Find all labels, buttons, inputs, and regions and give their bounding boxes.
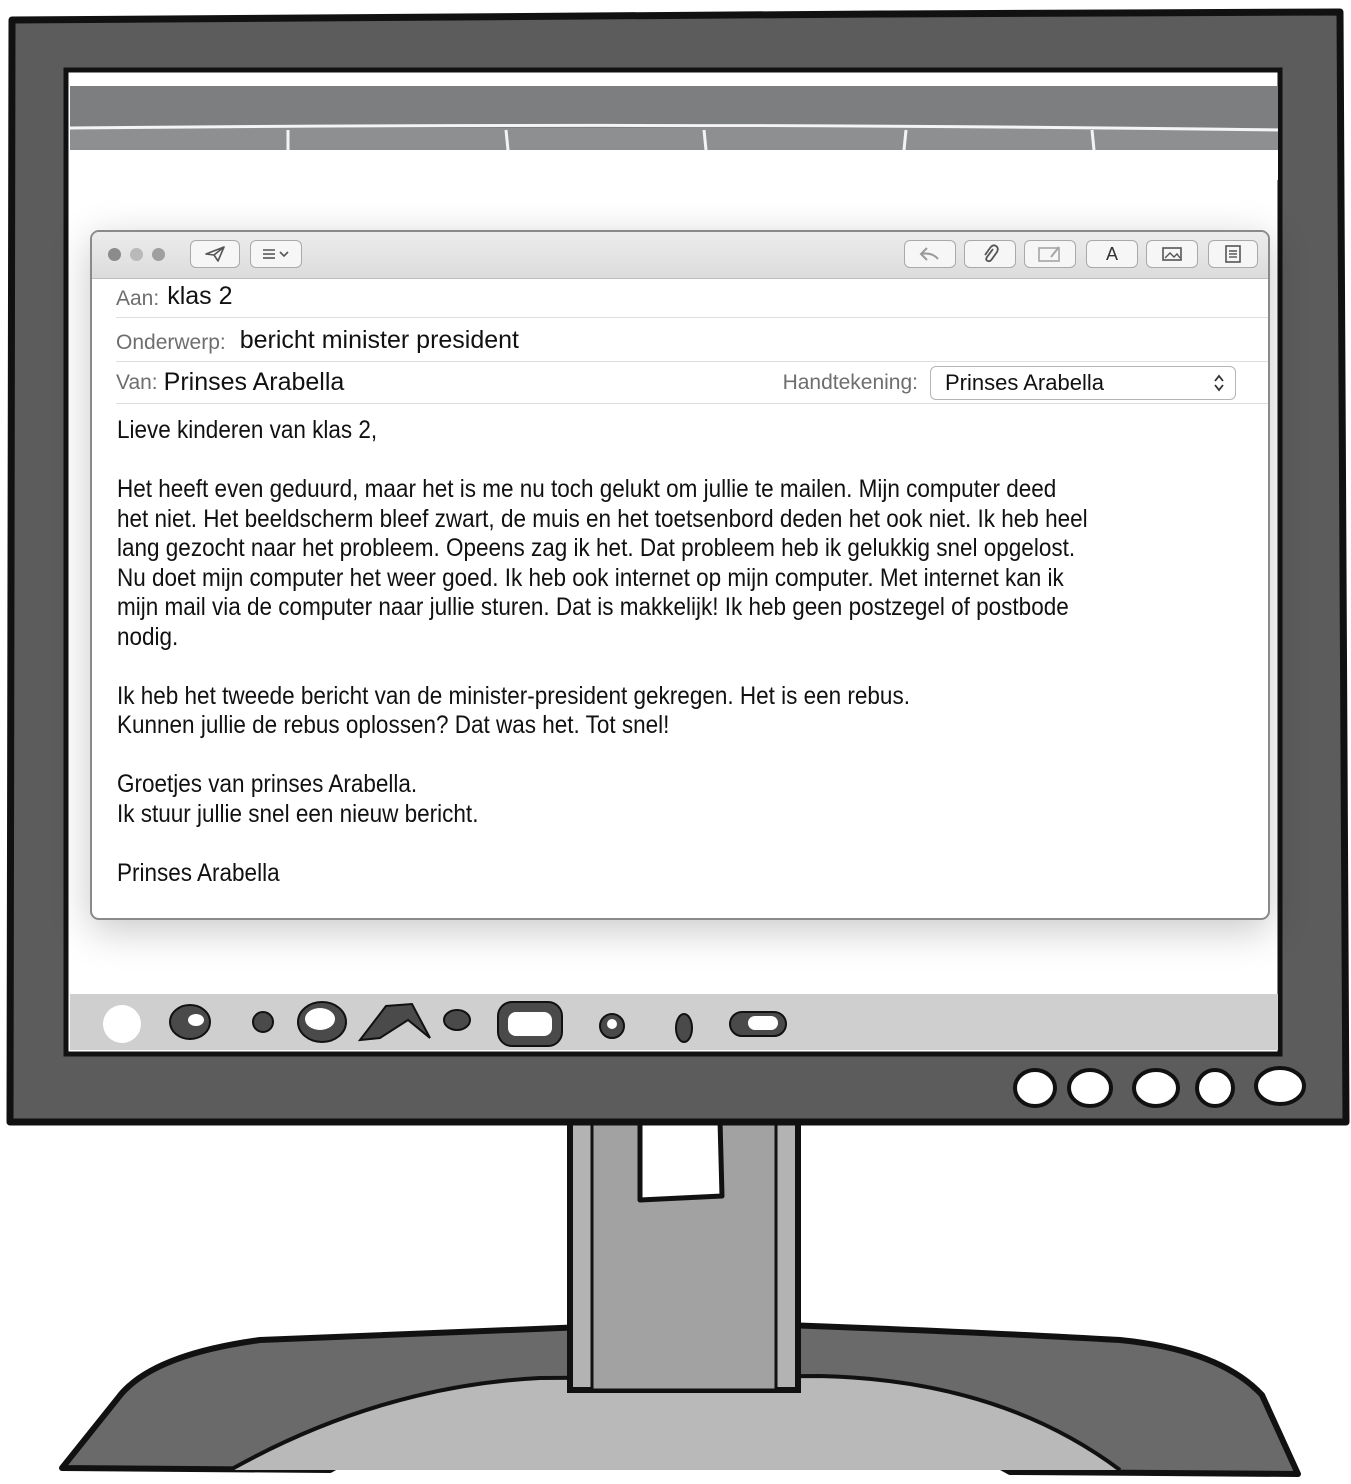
screen-dock	[70, 994, 1278, 1050]
signature-value: Prinses Arabella	[945, 370, 1104, 395]
monitor-button	[1132, 1068, 1180, 1108]
body-line: mijn mail via de computer naar jullie st…	[117, 593, 1069, 621]
greeting-line: Lieve kinderen van klas 2,	[117, 416, 378, 444]
body-line: Ik stuur jullie snel een nieuw bericht.	[117, 799, 479, 828]
header-list-icon	[263, 249, 289, 259]
minimize-window-button[interactable]	[130, 248, 143, 261]
to-field[interactable]: klas 2	[167, 282, 232, 311]
body-paragraph-3: Groetjes van prinses Arabella. Ik stuur …	[117, 770, 1224, 829]
to-row[interactable]: Aan: klas 2	[116, 278, 1268, 318]
reply-icon	[919, 247, 939, 261]
subject-field[interactable]: bericht minister president	[240, 326, 519, 355]
body-line: Het heeft even geduurd, maar het is me n…	[117, 475, 1057, 503]
closing-signature: Prinses Arabella	[117, 858, 280, 887]
from-label: Van:	[116, 370, 158, 394]
signature-label: Handtekening:	[782, 371, 918, 394]
from-row: Van: Prinses Arabella Handtekening: Prin…	[116, 362, 1268, 404]
body-line: het niet. Het beeldscherm bleef zwart, d…	[117, 504, 1088, 533]
format-bar-button[interactable]	[1208, 240, 1258, 268]
attachment-icon	[984, 244, 999, 263]
screen-top-bar	[70, 86, 1278, 128]
photo-browser-icon	[1162, 247, 1182, 261]
monitor-button	[1013, 1068, 1057, 1108]
body-line: Kunnen jullie de rebus oplossen? Dat was…	[117, 711, 670, 739]
annotation-icon	[1038, 246, 1060, 262]
chevron-updown-icon	[1214, 374, 1224, 392]
send-icon	[205, 246, 225, 262]
close-window-button[interactable]	[108, 248, 121, 261]
subject-row[interactable]: Onderwerp: bericht minister president	[116, 318, 1268, 362]
send-button[interactable]	[190, 240, 240, 268]
photo-browser-button[interactable]	[1146, 240, 1198, 268]
body-paragraph-2: Ik heb het tweede bericht van de ministe…	[117, 682, 1224, 741]
zoom-window-button[interactable]	[152, 248, 165, 261]
header-fields-button[interactable]	[250, 240, 302, 268]
body-line: nodig.	[117, 622, 179, 651]
message-body[interactable]: Lieve kinderen van klas 2, Het heeft eve…	[117, 416, 1224, 888]
font-button[interactable]: A	[1086, 240, 1138, 268]
body-paragraph-1: Het heeft even geduurd, maar het is me n…	[117, 475, 1224, 652]
signature-select[interactable]: Prinses Arabella	[930, 366, 1236, 400]
mail-compose-window: A Aan: klas 2 Onderwerp: bericht ministe…	[90, 230, 1270, 920]
signature-control: Handtekening: Prinses Arabella	[783, 366, 1236, 400]
markup-button[interactable]	[1024, 240, 1076, 268]
body-line: Groetjes van prinses Arabella.	[117, 770, 418, 798]
subject-label: Onderwerp:	[116, 331, 226, 354]
monitor-button	[1254, 1066, 1306, 1106]
monitor-button	[1067, 1068, 1113, 1108]
mail-toolbar: A	[92, 232, 1268, 279]
monitor-button	[1195, 1068, 1235, 1108]
to-label: Aan:	[116, 287, 160, 310]
format-icon	[1225, 245, 1241, 263]
font-icon: A	[1105, 243, 1118, 264]
body-line: Ik heb het tweede bericht van de ministe…	[117, 681, 910, 710]
reply-button[interactable]	[904, 240, 956, 268]
body-line: lang gezocht naar het probleem. Opeens z…	[117, 534, 1076, 562]
attach-button[interactable]	[964, 240, 1016, 268]
from-field[interactable]: Prinses Arabella	[164, 368, 345, 397]
body-line: Nu doet mijn computer het weer goed. Ik …	[117, 563, 1064, 592]
